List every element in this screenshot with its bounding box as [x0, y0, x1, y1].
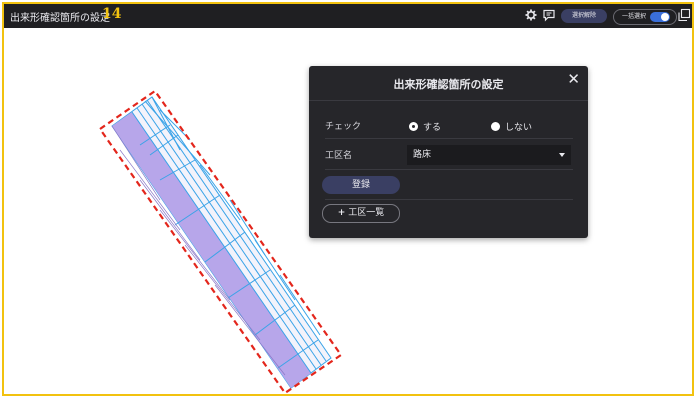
radio-check-no[interactable]: しない	[492, 120, 532, 133]
register-button[interactable]: 登録	[322, 176, 400, 194]
page-title: 出来形確認箇所の設定	[10, 13, 110, 24]
page-number-badge: 14	[102, 6, 122, 22]
dialog-title: 出来形確認箇所の設定	[393, 78, 504, 91]
top-toolbar: 出来形確認箇所の設定 14 選択解除 一括選択	[4, 4, 692, 28]
copy-icon[interactable]	[677, 8, 691, 22]
close-icon[interactable]: ✕	[567, 72, 580, 87]
radio-dot-selected	[410, 123, 417, 130]
radio-label-yes: する	[423, 123, 442, 133]
section-select[interactable]: 路床	[407, 145, 571, 165]
section-list-button[interactable]: + 工区一覧	[322, 204, 400, 223]
multi-select-toggle[interactable]: 一括選択	[613, 9, 677, 25]
settings-dialog: 出来形確認箇所の設定 ✕ チェック する しない 工区名 路床 登録 + 工区一覧	[309, 66, 588, 238]
row-divider	[325, 169, 573, 170]
section-select-value: 路床	[413, 150, 432, 160]
check-label: チェック	[325, 122, 362, 132]
mesh-fill-region	[112, 112, 311, 388]
radio-dot	[492, 123, 499, 130]
toggle-switch[interactable]	[650, 12, 670, 22]
section-list-label: 工区一覧	[348, 208, 385, 218]
chevron-down-icon	[559, 153, 565, 157]
radio-check-yes[interactable]: する	[410, 120, 441, 133]
radio-label-no: しない	[505, 123, 533, 133]
deselect-button[interactable]: 選択解除	[561, 9, 607, 23]
toggle-knob	[661, 13, 669, 21]
dialog-divider	[309, 100, 588, 101]
row-divider	[325, 138, 573, 139]
multi-select-label: 一括選択	[622, 13, 647, 20]
comment-icon[interactable]	[542, 8, 556, 22]
section-name-label: 工区名	[325, 151, 353, 161]
row-divider	[325, 199, 573, 200]
plus-icon: +	[337, 208, 346, 218]
gear-icon[interactable]	[524, 8, 538, 22]
